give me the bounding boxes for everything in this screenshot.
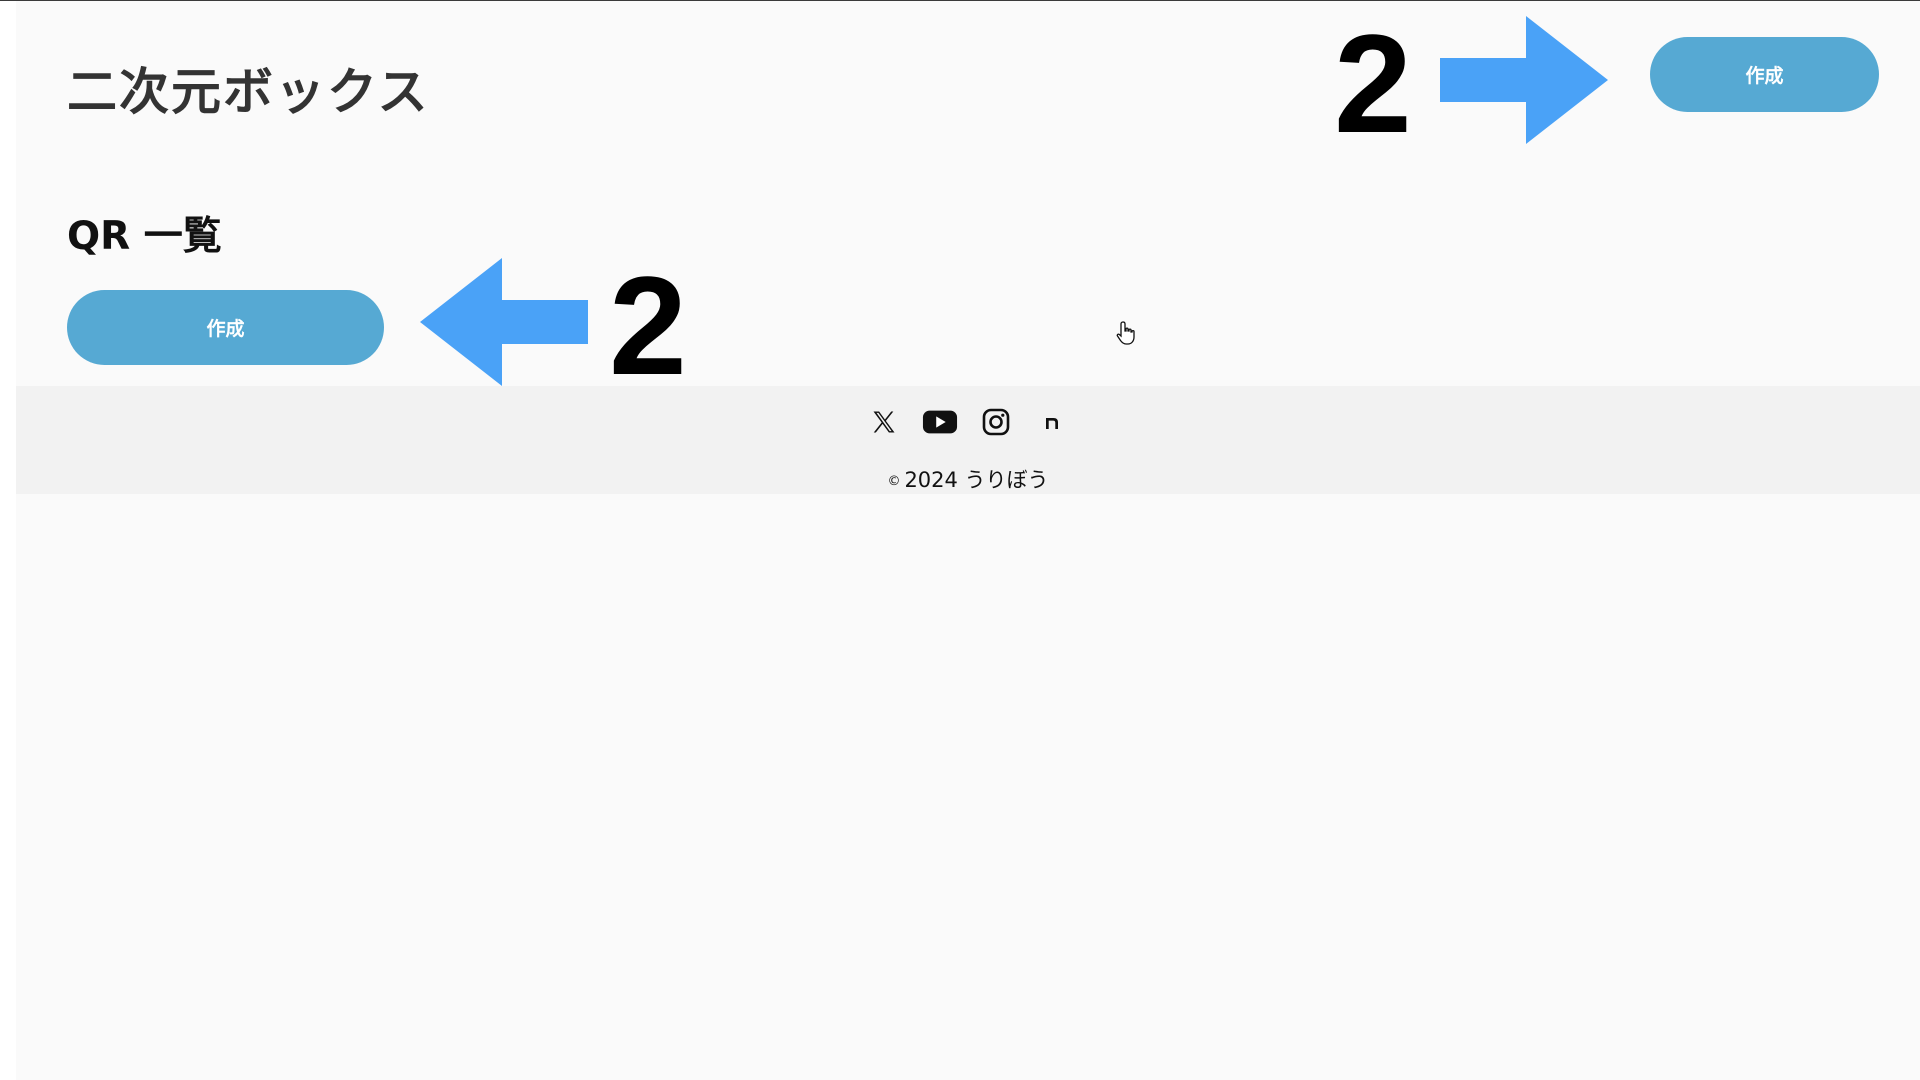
copyright: © 2024 うりぼう (16, 464, 1920, 494)
x-link[interactable] (866, 404, 902, 440)
note-link[interactable] (1034, 404, 1070, 440)
main-create-button[interactable]: 作成 (67, 290, 384, 365)
copyright-symbol: © (887, 474, 901, 489)
section-title: QR 一覧 (67, 214, 222, 259)
hand-cursor-icon (1116, 321, 1135, 345)
footer: © 2024 うりぼう (16, 386, 1920, 494)
screen: 二次元ボックス 作成 QR 一覧 作成 2 2 © 2024 うりぼう (0, 0, 1920, 1080)
annotation-step-number: 2 (1334, 5, 1412, 162)
site-title[interactable]: 二次元ボックス (67, 52, 430, 124)
annotation-arrow-left-icon (420, 258, 588, 386)
copyright-text: 2024 うりぼう (904, 468, 1049, 492)
youtube-link[interactable] (922, 404, 958, 440)
youtube-icon (922, 410, 958, 434)
annotation-arrow-right-icon (1440, 16, 1608, 144)
header-create-button[interactable]: 作成 (1650, 37, 1879, 112)
page (16, 1, 1920, 1080)
social-links (16, 404, 1920, 440)
x-icon (873, 411, 895, 433)
instagram-link[interactable] (978, 404, 1014, 440)
note-icon (1046, 418, 1058, 429)
annotation-step-number: 2 (609, 247, 687, 404)
instagram-icon (982, 408, 1010, 436)
